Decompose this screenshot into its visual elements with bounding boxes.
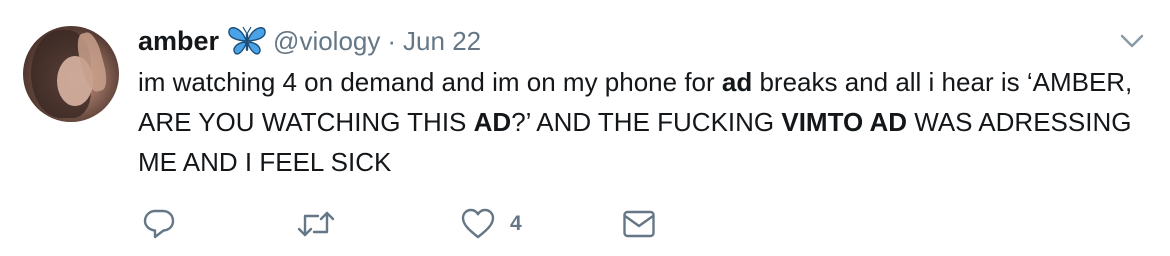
tweet-date[interactable]: Jun 22 xyxy=(403,26,481,57)
direct-message-button[interactable] xyxy=(622,202,656,246)
author-name[interactable]: amber xyxy=(138,26,219,57)
author-handle[interactable]: @viology xyxy=(273,26,380,57)
like-button[interactable]: 4 xyxy=(460,202,522,246)
chevron-down-icon[interactable] xyxy=(1118,30,1146,52)
tweet-text-bold: VIMTO AD xyxy=(781,107,908,137)
tweet-text: im watching 4 on demand and im on my pho… xyxy=(138,62,1153,182)
envelope-icon xyxy=(622,209,656,239)
heart-icon xyxy=(460,207,496,241)
retweet-button[interactable] xyxy=(296,202,336,246)
tweet-text-bold: ad xyxy=(721,67,753,97)
reply-icon xyxy=(142,207,176,241)
reply-button[interactable] xyxy=(142,202,176,246)
header-separator: · xyxy=(387,25,397,56)
tweet-card[interactable]: amber @viology · Jun 22 im watching 4 on… xyxy=(0,0,1170,256)
tweet-text-part: ?’ AND THE FUCKING xyxy=(511,107,782,137)
tweet-actions: 4 xyxy=(138,202,698,246)
retweet-icon xyxy=(296,207,336,241)
avatar[interactable] xyxy=(23,26,119,122)
like-count: 4 xyxy=(510,212,522,235)
tweet-text-bold: AD xyxy=(473,107,512,137)
tweet-text-part: im watching 4 on demand and im on my pho… xyxy=(138,67,722,97)
butterfly-icon xyxy=(227,25,267,57)
tweet-header: amber @viology · Jun 22 xyxy=(138,24,481,58)
